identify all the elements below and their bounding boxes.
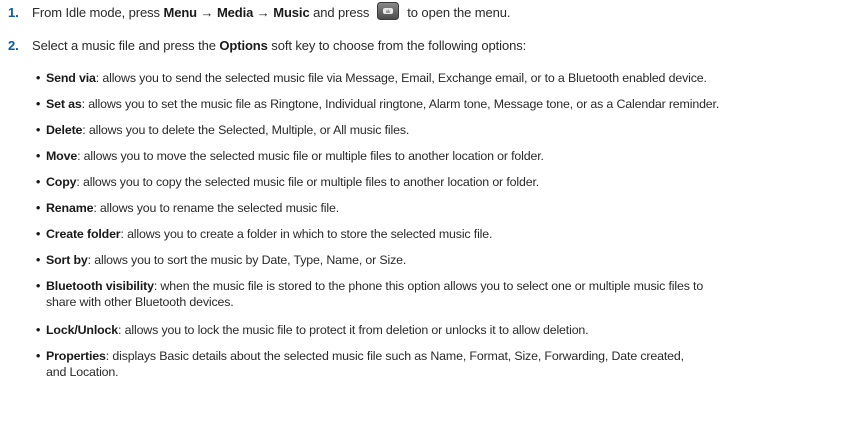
option-desc: : allows you to copy the selected music …	[76, 175, 540, 189]
step-number: 2.	[8, 38, 19, 53]
option-term: Create folder	[46, 227, 121, 241]
manual-page: 1. From Idle mode, press Menu → Media → …	[0, 0, 841, 435]
option-desc: : allows you to delete the Selected, Mul…	[82, 123, 410, 137]
option-desc: : allows you to send the selected music …	[95, 71, 707, 85]
option-desc: : allows you to rename the selected musi…	[93, 201, 340, 215]
option-move: • Move: allows you to move the selected m…	[36, 149, 544, 163]
menu-label: Menu	[163, 4, 198, 20]
option-term: Lock/Unlock	[46, 323, 119, 337]
option-desc: : allows you to move the selected music …	[77, 149, 544, 163]
svg-text:ok: ok	[386, 9, 391, 14]
option-send-via: • Send via: allows you to send the select…	[36, 71, 707, 85]
option-desc: : displays Basic details about the selec…	[105, 349, 684, 363]
option-term: Delete	[46, 123, 83, 137]
options-label: Options	[219, 38, 268, 53]
step-number: 1.	[8, 4, 19, 20]
step-2: 2. Select a music file and press the Opt…	[0, 37, 526, 54]
step-text: Select a music file and press the Option…	[32, 38, 527, 53]
option-term: Copy	[46, 175, 77, 189]
step-1: 1. From Idle mode, press Menu → Media → …	[0, 2, 511, 21]
option-term: Set as	[46, 97, 82, 111]
option-desc-continued: and Location.	[46, 365, 119, 379]
option-desc: : allows you to set the music file as Ri…	[81, 97, 720, 111]
music-label: Music	[273, 4, 310, 20]
option-rename: • Rename: allows you to rename the select…	[36, 201, 340, 215]
option-desc: : allows you to sort the music by Date, …	[87, 253, 407, 267]
option-bluetooth-visibility: • Bluetooth visibility: when the music fi…	[36, 278, 836, 310]
option-term: Properties	[46, 349, 106, 363]
option-desc: : allows you to create a folder in which…	[120, 227, 493, 241]
option-term: Move	[46, 149, 78, 163]
option-delete: • Delete: allows you to delete the Select…	[36, 123, 410, 137]
option-desc: : allows you to lock the music file to p…	[118, 323, 589, 337]
ok-key-icon: ok	[377, 2, 400, 20]
option-term: Sort by	[46, 253, 88, 267]
media-label: Media	[216, 4, 254, 20]
option-lock-unlock: • Lock/Unlock: allows you to lock the mus…	[36, 323, 589, 337]
step-text: From Idle mode, press Menu → Media → Mus…	[32, 4, 370, 20]
option-term: Send via	[46, 71, 96, 85]
option-desc: : when the music file is stored to the p…	[153, 279, 704, 293]
option-set-as: • Set as: allows you to set the music fil…	[36, 97, 720, 111]
option-properties: • Properties: displays Basic details abou…	[36, 348, 836, 380]
option-sort-by: • Sort by: allows you to sort the music b…	[36, 253, 407, 267]
option-term: Bluetooth visibility	[46, 279, 154, 293]
option-create-folder: • Create folder: allows you to create a f…	[36, 227, 493, 241]
option-copy: • Copy: allows you to copy the selected m…	[36, 175, 540, 189]
option-term: Rename	[46, 201, 94, 215]
option-desc-continued: share with other Bluetooth devices.	[46, 295, 234, 309]
step-text-end: to open the menu.	[407, 4, 511, 20]
